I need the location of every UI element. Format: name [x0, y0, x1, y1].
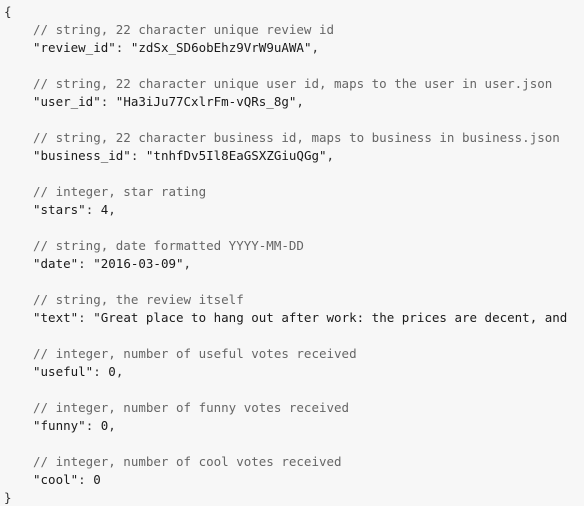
trailing-comma: , [108, 202, 116, 217]
text-value: "Great place to hang out after work: the… [93, 310, 568, 325]
date-comment: // string, date formatted YYYY-MM-DD [33, 238, 304, 253]
colon: : [85, 418, 101, 433]
trailing-comma: , [326, 148, 335, 163]
trailing-comma: , [115, 364, 124, 379]
useful-comment: // integer, number of useful votes recei… [33, 346, 357, 361]
funny-key: "funny" [33, 418, 86, 433]
useful-line: "useful": 0, [4, 363, 584, 381]
text-comment: // string, the review itself [33, 292, 244, 307]
user-id-value: "Ha3iJu77CxlrFm-vQRs_8g" [115, 94, 297, 109]
cool-line: "cool": 0 [4, 471, 584, 489]
stars-line: "stars": 4, [4, 201, 584, 219]
cool-comment: // integer, number of cool votes receive… [33, 454, 342, 469]
trailing-comma: , [183, 256, 192, 271]
date-value: "2016-03-09" [93, 256, 184, 271]
user-id-line: "user_id": "Ha3iJu77CxlrFm-vQRs_8g", [4, 93, 584, 111]
date-line: "date": "2016-03-09", [4, 255, 584, 273]
review-id-comment: // string, 22 character unique review id [33, 22, 335, 37]
business-id-value: "tnhfDv5Il8EaGSXZGiuQGg" [145, 148, 327, 163]
review-id-value: "zdSx_SD6obEhz9VrW9uAWA" [130, 40, 312, 55]
colon: : [100, 94, 116, 109]
colon: : [78, 472, 94, 487]
funny-line: "funny": 0, [4, 417, 584, 435]
review-id-key: "review_id" [33, 40, 116, 55]
colon: : [93, 364, 109, 379]
colon: : [78, 310, 94, 325]
funny-comment: // integer, number of funny votes receiv… [33, 400, 350, 415]
cool-key: "cool" [33, 472, 79, 487]
cool-value: 0 [93, 472, 101, 487]
date-key: "date" [33, 256, 79, 271]
close-brace: } [4, 490, 12, 505]
text-line: "text": "Great place to hang out after w… [4, 309, 584, 327]
business-id-key: "business_id" [33, 148, 131, 163]
code-block: { // string, 22 character unique review i… [0, 0, 584, 506]
trailing-comma: , [108, 418, 116, 433]
useful-key: "useful" [33, 364, 94, 379]
stars-key: "stars" [33, 202, 86, 217]
useful-value: 0 [108, 364, 116, 379]
colon: : [85, 202, 101, 217]
stars-comment: // integer, star rating [33, 184, 207, 199]
open-brace: { [4, 4, 12, 19]
json-code-listing: { // string, 22 character unique review i… [0, 0, 584, 506]
review-id-line: "review_id": "zdSx_SD6obEhz9VrW9uAWA", [4, 39, 584, 57]
colon: : [130, 148, 146, 163]
user-id-key: "user_id" [33, 94, 101, 109]
business-id-line: "business_id": "tnhfDv5Il8EaGSXZGiuQGg", [4, 147, 584, 165]
text-key: "text" [33, 310, 79, 325]
trailing-comma: , [311, 40, 320, 55]
user-id-comment: // string, 22 character unique user id, … [33, 76, 553, 91]
business-id-comment: // string, 22 character business id, map… [33, 130, 560, 145]
colon: : [78, 256, 94, 271]
colon: : [115, 40, 131, 55]
trailing-comma: , [296, 94, 304, 109]
